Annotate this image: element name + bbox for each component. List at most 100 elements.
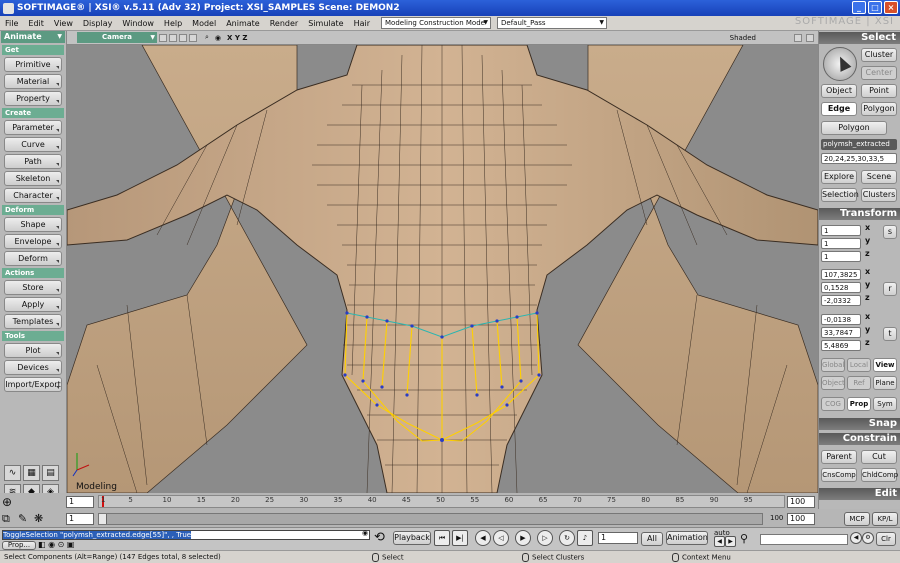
cluster-button[interactable]: Cluster	[861, 48, 897, 62]
menu-edit[interactable]: Edit	[23, 19, 49, 28]
object-button[interactable]: Object	[821, 84, 857, 98]
templates-button[interactable]: Templates	[4, 314, 62, 329]
selection-name-field[interactable]: polymsh_extracted	[821, 139, 897, 150]
scale-mode-button[interactable]: s	[883, 225, 897, 239]
loop-button[interactable]: ↻	[559, 530, 575, 546]
character-button[interactable]: Character	[4, 188, 62, 203]
layout-combo[interactable]: Modeling Construction Mode	[381, 17, 492, 29]
clusters-button[interactable]: Clusters	[861, 188, 897, 202]
ref-button[interactable]: Ref	[847, 376, 871, 390]
envelope-button[interactable]: Envelope	[4, 234, 62, 249]
timeline-end-field[interactable]: 100	[787, 496, 815, 508]
material-button[interactable]: Material	[4, 74, 62, 89]
curve-button[interactable]: Curve	[4, 137, 62, 152]
polygon-filter-button[interactable]: Polygon	[821, 121, 887, 135]
point-button[interactable]: Point	[861, 84, 897, 98]
close-button[interactable]: ×	[884, 1, 898, 14]
explore-button[interactable]: Explore	[821, 170, 857, 184]
plot-button[interactable]: Plot	[4, 343, 62, 358]
fcurve-editor-icon[interactable]: ∿	[4, 465, 21, 481]
select-arrow-icon[interactable]	[823, 47, 857, 81]
scene-button[interactable]: Scene	[861, 170, 897, 184]
primitive-button[interactable]: Primitive	[4, 57, 62, 72]
object-ref-button[interactable]: Object	[821, 376, 845, 390]
apply-button[interactable]: Apply	[4, 297, 62, 312]
snap-tool-icon[interactable]: ⧉	[2, 512, 10, 526]
devices-button[interactable]: Devices	[4, 360, 62, 375]
menu-hair[interactable]: Hair	[349, 19, 375, 28]
key-action-button[interactable]: ◀	[850, 532, 862, 544]
first-frame-button[interactable]: ⏮	[434, 530, 450, 546]
rotate-z-field[interactable]: -2,0332	[821, 295, 861, 306]
mixer-icon[interactable]: ▤	[42, 465, 59, 481]
prop-menu-button[interactable]: Prop...	[2, 541, 36, 550]
play-button[interactable]: ▶	[515, 530, 531, 546]
translate-x-field[interactable]: -0,0138	[821, 314, 861, 325]
local-button[interactable]: Local	[847, 358, 871, 372]
prop-button[interactable]: Prop	[847, 397, 871, 411]
script-editor-icon[interactable]: ◧ ◉ ⊙ ▣	[38, 540, 74, 549]
minimize-button[interactable]: _	[852, 1, 866, 14]
translate-mode-button[interactable]: t	[883, 327, 897, 341]
maximize-button[interactable]: □	[868, 1, 882, 14]
parent-button[interactable]: Parent	[821, 450, 857, 464]
playback-menu-button[interactable]: Playback	[393, 531, 431, 545]
menu-display[interactable]: Display	[78, 19, 118, 28]
eye-icon[interactable]: ◉	[215, 34, 221, 42]
next-frame-button[interactable]: ▷	[537, 530, 553, 546]
menu-simulate[interactable]: Simulate	[303, 19, 348, 28]
scale-y-field[interactable]: 1	[821, 238, 861, 249]
paint-tool-icon[interactable]: ❋	[34, 512, 43, 525]
all-button[interactable]: All	[641, 532, 663, 546]
plane-button[interactable]: Plane	[873, 376, 897, 390]
scale-z-field[interactable]: 1	[821, 251, 861, 262]
childcomp-button[interactable]: ChldComp	[861, 468, 898, 482]
viewport-option-icon[interactable]	[159, 33, 167, 42]
keyframe-next-button[interactable]: ▶	[725, 536, 736, 547]
view-button[interactable]: View	[873, 358, 897, 372]
menu-help[interactable]: Help	[159, 19, 187, 28]
polygon-button[interactable]: Polygon	[861, 102, 897, 116]
rotate-x-field[interactable]: 107,3825	[821, 269, 861, 280]
shape-button[interactable]: Shape	[4, 217, 62, 232]
menu-animate[interactable]: Animate	[221, 19, 265, 28]
rotate-y-field[interactable]: 0,1528	[821, 282, 861, 293]
shading-menu[interactable]: Shaded	[730, 34, 756, 42]
viewport-option-icon[interactable]	[189, 33, 197, 42]
global-button[interactable]: Global	[821, 358, 845, 372]
selection-ids-field[interactable]: 20,24,25,30,33,5	[821, 153, 897, 164]
range-slider[interactable]	[98, 513, 763, 525]
sym-button[interactable]: Sym	[873, 397, 897, 411]
maximize-viewport-icon[interactable]	[794, 33, 802, 42]
key-value-field[interactable]	[760, 534, 848, 545]
scale-x-field[interactable]: 1	[821, 225, 861, 236]
pass-combo[interactable]: Default_Pass	[497, 17, 608, 29]
menu-render[interactable]: Render	[265, 19, 303, 28]
selection-button[interactable]: Selection	[821, 188, 859, 202]
range-start-field[interactable]: 1	[66, 513, 94, 525]
center-button[interactable]: Center	[861, 66, 897, 80]
step-back-button[interactable]: ◁	[493, 530, 509, 546]
translate-z-field[interactable]: 5,4869	[821, 340, 861, 351]
mcp-tab[interactable]: MCP	[844, 512, 870, 526]
edge-button[interactable]: Edge	[821, 102, 857, 116]
timeline-start-field[interactable]: 1	[66, 496, 94, 508]
viewport-option-icon[interactable]	[179, 33, 187, 42]
transform-tool-icon[interactable]: ⊕	[2, 495, 12, 509]
command-history-icon[interactable]: ◉	[362, 529, 371, 539]
viewport-option-icon[interactable]	[169, 33, 177, 42]
range-slider-handle[interactable]	[99, 514, 107, 524]
menu-model[interactable]: Model	[187, 19, 221, 28]
resize-viewport-icon[interactable]	[806, 33, 814, 42]
cnscomp-button[interactable]: CnsComp	[821, 468, 857, 482]
key-options-button[interactable]: ⚙	[862, 532, 874, 544]
current-frame-field[interactable]: 1	[598, 532, 638, 544]
import-export-button[interactable]: Import/Export	[4, 377, 62, 392]
keyframe-prev-button[interactable]: ◀	[714, 536, 725, 547]
skeleton-button[interactable]: Skeleton	[4, 171, 62, 186]
clear-button[interactable]: Clr	[876, 532, 896, 546]
deform-button[interactable]: Deform	[4, 251, 62, 266]
audio-button[interactable]: ♪	[577, 530, 593, 546]
translate-y-field[interactable]: 33,7847	[821, 327, 861, 338]
cut-button[interactable]: Cut	[861, 450, 897, 464]
